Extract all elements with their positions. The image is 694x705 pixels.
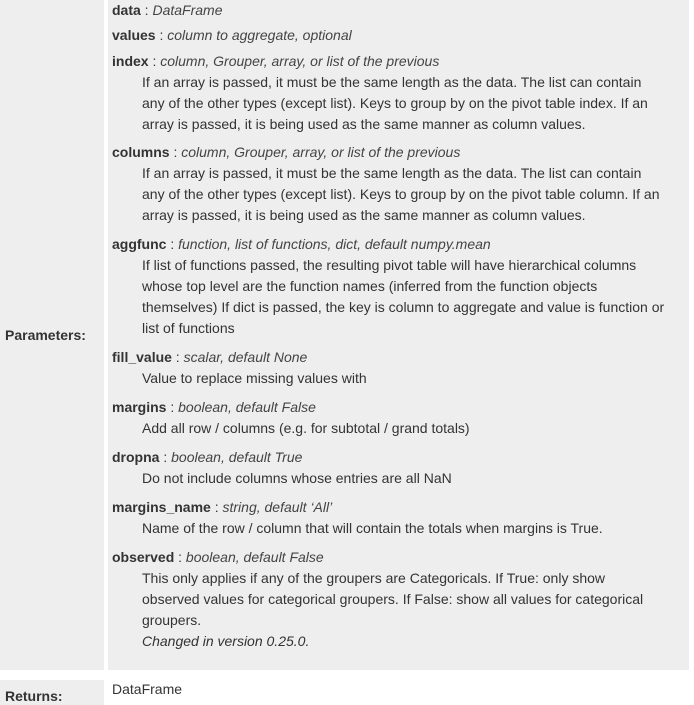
returns-label-cell: Returns: xyxy=(0,680,104,705)
param-signature: aggfunc : function, list of functions, d… xyxy=(112,234,689,255)
param-name: aggfunc xyxy=(112,236,167,252)
param-signature: margins : boolean, default False xyxy=(112,397,689,418)
param-signature: values : column to aggregate, optional xyxy=(112,25,689,46)
param-separator: : xyxy=(159,449,172,465)
param-separator: : xyxy=(155,27,168,43)
param-description: Name of the row / column that will conta… xyxy=(142,518,689,539)
param-signature: columns : column, Grouper, array, or lis… xyxy=(112,142,689,163)
param-data: data : DataFrame xyxy=(112,0,689,21)
returns-label: Returns: xyxy=(5,688,63,704)
param-margins-name: margins_name : string, default ‘All’ Name… xyxy=(112,497,689,539)
param-description: If an array is passed, it must be the sa… xyxy=(142,72,689,135)
param-description: Value to replace missing values with xyxy=(142,368,689,389)
returns-value-cell: DataFrame xyxy=(108,680,689,705)
param-signature: data : DataFrame xyxy=(112,0,689,21)
param-fill-value: fill_value : scalar, default None Value t… xyxy=(112,347,689,389)
description-line: array is passed, it is being used as the… xyxy=(142,116,586,132)
param-margins: margins : boolean, default False Add all … xyxy=(112,397,689,439)
param-separator: : xyxy=(169,144,182,160)
param-type: column to aggregate, optional xyxy=(167,27,352,43)
param-signature: margins_name : string, default ‘All’ xyxy=(112,497,689,518)
param-name: data xyxy=(112,2,141,18)
param-description: This only applies if any of the groupers… xyxy=(142,568,689,652)
param-name: columns xyxy=(112,144,170,160)
description-line: list of functions xyxy=(142,320,235,336)
param-name: margins xyxy=(112,399,167,415)
parameters-label: Parameters: xyxy=(5,327,86,343)
param-values: values : column to aggregate, optional xyxy=(112,25,689,46)
param-signature: dropna : boolean, default True xyxy=(112,447,689,468)
param-type: column, Grouper, array, or list of the p… xyxy=(160,53,440,69)
param-separator: : xyxy=(166,236,179,252)
param-type: scalar, default None xyxy=(183,349,308,365)
param-separator: : xyxy=(140,2,153,18)
param-name: dropna xyxy=(112,449,160,465)
param-type: boolean, default False xyxy=(185,549,324,565)
description-line: whose top level are the function names (… xyxy=(142,278,598,294)
description-line: If list of functions passed, the resulti… xyxy=(142,257,637,273)
param-separator: : xyxy=(171,349,184,365)
description-line: Do not include columns whose entries are… xyxy=(142,470,452,486)
param-signature: index : column, Grouper, array, or list … xyxy=(112,51,689,72)
param-separator: : xyxy=(174,549,186,565)
param-description: Do not include columns whose entries are… xyxy=(142,468,689,489)
description-line: observed values for categorical groupers… xyxy=(142,591,644,607)
param-description: Add all row / columns (e.g. for subtotal… xyxy=(142,418,689,439)
description-line: Add all row / columns (e.g. for subtotal… xyxy=(142,420,470,436)
param-description: If list of functions passed, the resulti… xyxy=(142,255,689,339)
description-line: This only applies if any of the groupers… xyxy=(142,570,606,586)
param-name: index xyxy=(112,53,149,69)
param-observed: observed : boolean, default False This on… xyxy=(112,547,689,652)
description-line: any of the other types (except list). Ke… xyxy=(142,186,660,202)
param-aggfunc: aggfunc : function, list of functions, d… xyxy=(112,234,689,339)
param-columns: columns : column, Grouper, array, or lis… xyxy=(112,142,689,226)
description-line: groupers. xyxy=(142,612,202,628)
description-line: Name of the row / column that will conta… xyxy=(142,520,603,536)
param-dropna: dropna : boolean, default True Do not inc… xyxy=(112,447,689,489)
param-name: margins_name xyxy=(112,499,211,515)
param-signature: observed : boolean, default False xyxy=(112,547,689,568)
param-name: fill_value xyxy=(112,349,172,365)
param-name: observed xyxy=(112,549,175,565)
param-type: column, Grouper, array, or list of the p… xyxy=(181,144,461,160)
param-separator: : xyxy=(166,399,179,415)
returns-value: DataFrame xyxy=(112,681,183,697)
param-type: string, default ‘All’ xyxy=(222,499,333,515)
description-line: themselves) If dict is passed, the key i… xyxy=(142,299,665,315)
description-line: any of the other types (except list). Ke… xyxy=(142,95,648,111)
description-line: If an array is passed, it must be the sa… xyxy=(142,74,642,90)
param-type: function, list of functions, dict, defau… xyxy=(178,236,491,252)
description-line: If an array is passed, it must be the sa… xyxy=(142,165,642,181)
param-index: index : column, Grouper, array, or list … xyxy=(112,51,689,135)
param-separator: : xyxy=(210,499,223,515)
parameters-label-cell: Parameters: xyxy=(0,0,104,670)
version-note: Changed in version 0.25.0. xyxy=(142,633,310,649)
parameters-list: data : DataFrame values : column to aggre… xyxy=(108,0,689,670)
description-line: Value to replace missing values with xyxy=(142,370,367,386)
param-type: DataFrame xyxy=(152,2,223,18)
param-type: boolean, default False xyxy=(178,399,316,415)
param-type: boolean, default True xyxy=(171,449,303,465)
param-separator: : xyxy=(148,53,161,69)
param-name: values xyxy=(112,27,156,43)
param-description: If an array is passed, it must be the sa… xyxy=(142,163,689,226)
description-line: array is passed, it is being used as the… xyxy=(142,207,586,223)
pivot-table-docs: Parameters: data : DataFrame values : col… xyxy=(0,0,694,705)
param-signature: fill_value : scalar, default None xyxy=(112,347,689,368)
